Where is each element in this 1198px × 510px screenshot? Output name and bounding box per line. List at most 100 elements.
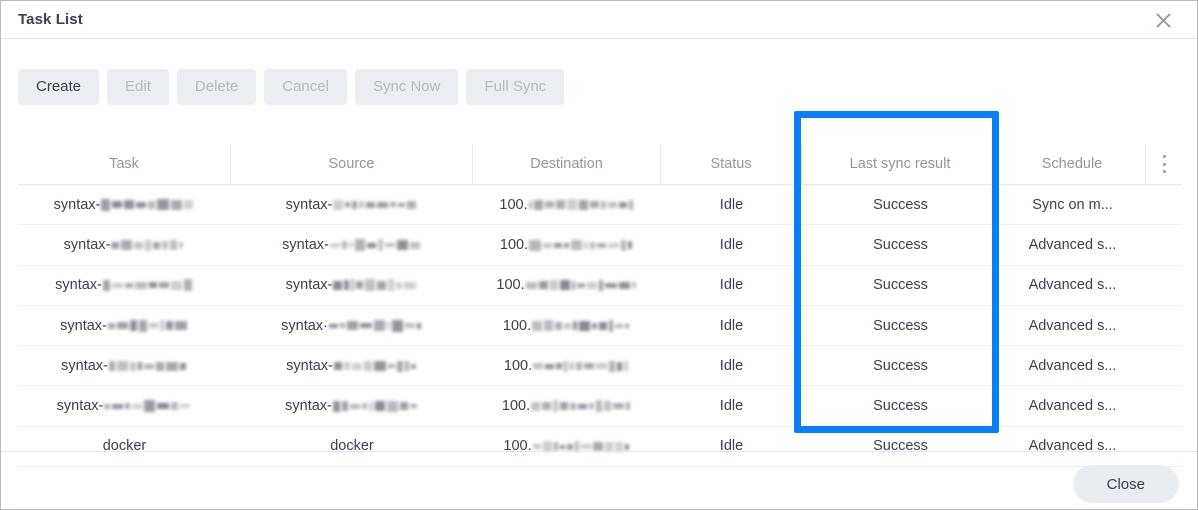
redacted-text	[532, 318, 631, 334]
footer-divider	[1, 451, 1197, 452]
column-header-source[interactable]: Source	[231, 144, 473, 184]
table-body: syntax-syntax-100.IdleSuccessSync on m..…	[18, 185, 1182, 467]
cell-text: syntax-	[286, 197, 333, 213]
cell-last-sync-result: Success	[802, 386, 999, 425]
kebab-menu-icon[interactable]	[1146, 144, 1182, 184]
table-row[interactable]: syntax-syntax·100.IdleSuccessAdvanced s.…	[18, 306, 1182, 346]
cell-text: Success	[873, 438, 928, 454]
cell-task: syntax-	[18, 346, 231, 385]
table-row[interactable]: syntax-syntax-100.IdleSuccessAdvanced s.…	[18, 225, 1182, 265]
cell-text: Idle	[720, 197, 743, 213]
cell-status: Idle	[661, 306, 802, 345]
cell-last-sync-result: Success	[802, 427, 999, 466]
table-row[interactable]: syntax-syntax-100.IdleSuccessSync on m..…	[18, 185, 1182, 225]
cell-schedule: Advanced s...	[999, 346, 1146, 385]
cell-text: Idle	[720, 438, 743, 454]
cell-text: syntax-	[285, 398, 332, 414]
cell-text: Advanced s...	[1029, 318, 1117, 334]
table-row[interactable]: syntax-syntax- 100. Idle Success Advanced s.…	[18, 266, 1182, 306]
cell-schedule: Advanced s...	[999, 386, 1146, 425]
cell-task: syntax-	[18, 185, 231, 224]
cell-text: Idle	[720, 318, 743, 334]
cell-source: docker	[231, 427, 473, 466]
task-list-dialog: Task List CreateEditDeleteCancelSync Now…	[0, 0, 1198, 510]
close-icon[interactable]	[1151, 8, 1175, 32]
row-spacer	[1146, 306, 1182, 345]
table-header-row: TaskSourceDestinationStatusLast sync res…	[18, 144, 1182, 185]
edit-button: Edit	[107, 69, 169, 105]
column-header-task[interactable]: Task	[18, 144, 231, 184]
cell-destination: 100.	[473, 225, 661, 264]
cell-text: Advanced s...	[1029, 358, 1117, 374]
cell-schedule: Advanced s...	[999, 225, 1146, 264]
dialog-titlebar: Task List	[1, 1, 1197, 39]
cell-text: 100.	[504, 358, 532, 374]
task-toolbar: CreateEditDeleteCancelSync NowFull Sync	[18, 69, 564, 105]
cell-source: syntax-	[231, 185, 473, 224]
cell-text: Advanced s...	[1029, 277, 1117, 293]
cell-text: 100.	[500, 237, 528, 253]
column-header-last-sync-result[interactable]: Last sync result	[802, 144, 999, 184]
cell-last-sync-result: Success	[802, 266, 999, 305]
row-spacer	[1146, 427, 1182, 466]
redacted-text	[111, 237, 185, 253]
redacted-text	[533, 438, 631, 454]
table-row[interactable]: dockerdocker 100. Idle Success Advanced s...	[18, 427, 1182, 467]
cell-text: syntax-	[55, 277, 102, 293]
cell-schedule: Advanced s...	[999, 266, 1146, 305]
create-button[interactable]: Create	[18, 69, 99, 105]
cell-status: Idle	[661, 427, 802, 466]
cell-destination: 100.	[473, 427, 661, 466]
task-table: TaskSourceDestinationStatusLast sync res…	[18, 144, 1182, 467]
column-header-status[interactable]: Status	[661, 144, 802, 184]
cell-last-sync-result: Success	[802, 225, 999, 264]
cell-text: Advanced s...	[1029, 398, 1117, 414]
cell-last-sync-result: Success	[802, 306, 999, 345]
cell-source: syntax·	[231, 306, 473, 345]
redacted-text	[333, 398, 419, 414]
cell-text: Sync on m...	[1032, 197, 1113, 213]
cell-text: Success	[873, 318, 928, 334]
redacted-text	[333, 277, 418, 293]
cell-destination: 100.	[473, 266, 661, 305]
redacted-text	[104, 398, 192, 414]
close-button[interactable]: Close	[1073, 465, 1179, 503]
cell-last-sync-result: Success	[802, 185, 999, 224]
cell-text: Success	[873, 358, 928, 374]
redacted-text	[529, 237, 634, 253]
cell-text: Idle	[720, 277, 743, 293]
row-spacer	[1146, 266, 1182, 305]
redacted-text	[334, 358, 418, 374]
redacted-text	[533, 358, 630, 374]
redacted-text	[108, 318, 189, 334]
cell-destination: 100.	[473, 346, 661, 385]
column-header-schedule[interactable]: Schedule	[999, 144, 1146, 184]
cell-text: syntax-	[64, 237, 111, 253]
redacted-text	[529, 197, 635, 213]
table-row[interactable]: syntax-syntax-100.IdleSuccessAdvanced s.…	[18, 346, 1182, 386]
cell-status: Idle	[661, 185, 802, 224]
cell-text: Advanced s...	[1029, 237, 1117, 253]
table-row[interactable]: syntax-syntax- 100. Idle Success Advanced s.…	[18, 386, 1182, 426]
cell-text: syntax-	[286, 277, 333, 293]
row-spacer	[1146, 185, 1182, 224]
cell-text: Idle	[720, 398, 743, 414]
column-header-destination[interactable]: Destination	[473, 144, 661, 184]
cell-text: syntax·	[281, 318, 328, 334]
cell-text: syntax-	[57, 398, 104, 414]
cell-destination: 100.	[473, 386, 661, 425]
sync-now-button: Sync Now	[355, 69, 459, 105]
cell-task: docker	[18, 427, 231, 466]
cell-schedule: Advanced s...	[999, 306, 1146, 345]
cell-text: 100.	[503, 438, 531, 454]
cell-source: syntax-	[231, 346, 473, 385]
cell-text: Success	[873, 197, 928, 213]
cell-text: Advanced s...	[1029, 438, 1117, 454]
redacted-text	[109, 358, 188, 374]
cancel-button: Cancel	[264, 69, 347, 105]
redacted-text	[531, 398, 632, 414]
cell-text: Success	[873, 237, 928, 253]
full-sync-button: Full Sync	[466, 69, 564, 105]
redacted-text	[329, 318, 423, 334]
redacted-text	[526, 277, 638, 293]
